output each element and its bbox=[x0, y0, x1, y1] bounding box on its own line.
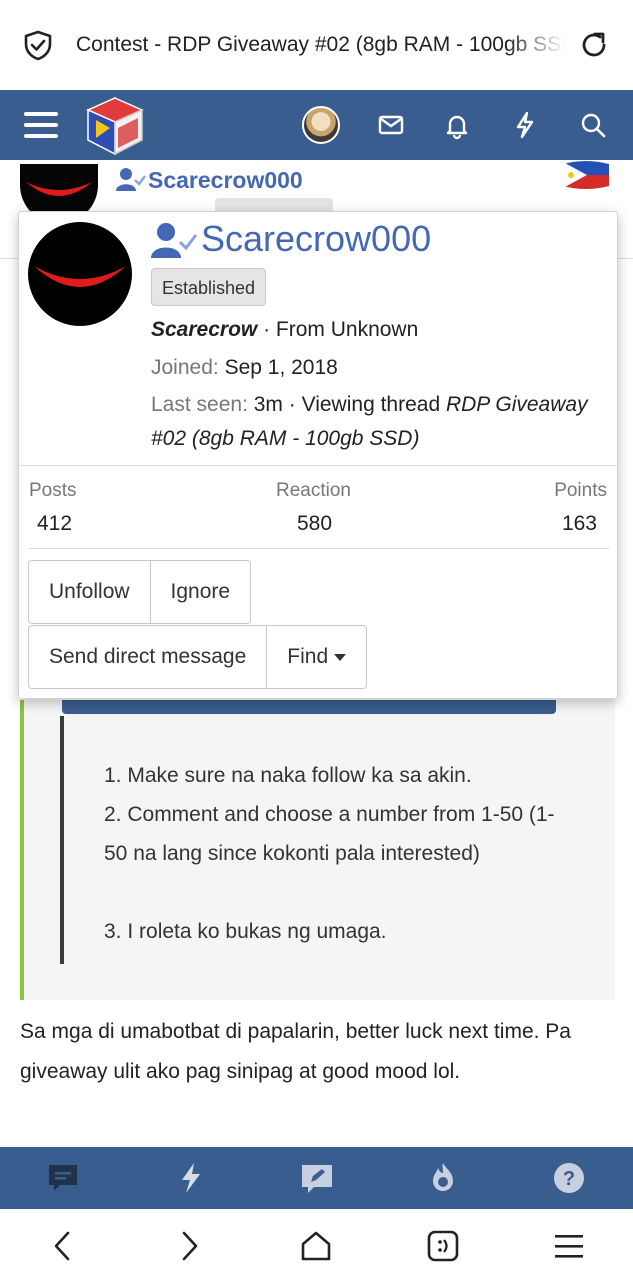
post-body-text: Sa mga di umabotbat di papalarin, better… bbox=[20, 1020, 571, 1083]
follow-button-group: Unfollow Ignore bbox=[28, 560, 252, 624]
reload-icon[interactable] bbox=[577, 28, 611, 62]
send-direct-message-button[interactable]: Send direct message bbox=[29, 626, 266, 688]
menu-icon[interactable] bbox=[552, 1229, 586, 1263]
tabs-icon[interactable] bbox=[426, 1229, 460, 1263]
site-logo[interactable] bbox=[84, 96, 146, 156]
bell-icon[interactable] bbox=[442, 110, 472, 140]
reaction-label: Reaction bbox=[276, 480, 351, 501]
divider bbox=[29, 548, 609, 549]
back-icon[interactable] bbox=[46, 1229, 80, 1263]
mail-icon[interactable] bbox=[376, 110, 406, 140]
menu-icon[interactable] bbox=[24, 110, 58, 140]
bottom-nav: ? bbox=[0, 1147, 633, 1209]
message-button-group: Send direct message Find bbox=[28, 625, 368, 689]
help-icon[interactable]: ? bbox=[552, 1161, 586, 1195]
avatar[interactable] bbox=[302, 106, 340, 144]
user-check-icon bbox=[116, 168, 146, 191]
bolt-icon[interactable] bbox=[510, 110, 540, 140]
find-button[interactable]: Find bbox=[266, 626, 366, 688]
caret-down-icon bbox=[334, 653, 347, 661]
ignore-button[interactable]: Ignore bbox=[149, 561, 251, 623]
member-avatar[interactable] bbox=[28, 222, 132, 326]
list-item: 2. Comment and choose a number from 1-50… bbox=[104, 803, 555, 865]
joined-value: Sep 1, 2018 bbox=[224, 356, 338, 379]
posts-value: 412 bbox=[37, 512, 73, 535]
svg-text:?: ? bbox=[563, 1168, 575, 1190]
search-icon[interactable] bbox=[578, 110, 608, 140]
chat-icon[interactable] bbox=[46, 1161, 80, 1195]
list-item: 3. I roleta ko bukas ng umaga. bbox=[104, 920, 387, 943]
points-value: 163 bbox=[561, 512, 597, 535]
rules-list: 1. Make sure na naka follow ka sa akin. … bbox=[60, 716, 600, 964]
unfollow-button[interactable]: Unfollow bbox=[29, 561, 150, 623]
custom-title: Scarecrow bbox=[151, 318, 258, 341]
user-check-icon bbox=[151, 223, 197, 258]
last-seen-value: 3m · Viewing thread bbox=[253, 393, 441, 416]
system-nav-bar bbox=[0, 1209, 633, 1280]
forward-icon[interactable] bbox=[172, 1229, 206, 1263]
location: · From Unknown bbox=[263, 318, 419, 341]
page-title[interactable]: Contest - RDP Giveaway #02 (8gb RAM - 10… bbox=[76, 33, 565, 57]
joined-line: Joined: Sep 1, 2018 bbox=[151, 356, 338, 380]
home-icon[interactable] bbox=[299, 1229, 333, 1263]
joined-label: Joined: bbox=[151, 356, 219, 379]
list-item: 1. Make sure na naka follow ka sa akin. bbox=[104, 764, 472, 787]
posts-label: Posts bbox=[29, 480, 77, 501]
bolt-icon[interactable] bbox=[174, 1161, 208, 1195]
quote-header-bar bbox=[62, 700, 556, 714]
browser-url-bar: Contest - RDP Giveaway #02 (8gb RAM - 10… bbox=[0, 0, 633, 90]
member-username[interactable]: Scarecrow000 bbox=[201, 218, 431, 260]
last-seen-line: Last seen: 3m · Viewing thread RDP Givea… bbox=[151, 388, 613, 456]
post-author-name[interactable]: Scarecrow000 bbox=[148, 167, 303, 194]
points-label: Points bbox=[554, 480, 607, 501]
reaction-value: 580 bbox=[297, 512, 333, 535]
quote-block: 1. Make sure na naka follow ka sa akin. … bbox=[20, 700, 615, 1000]
user-title-badge: Established bbox=[151, 268, 267, 306]
find-label: Find bbox=[287, 645, 329, 668]
member-tooltip: Scarecrow000 Established Scarecrow · Fro… bbox=[18, 211, 618, 699]
divider bbox=[19, 465, 617, 466]
last-seen-label: Last seen: bbox=[151, 393, 248, 416]
site-header bbox=[0, 90, 633, 160]
fire-icon[interactable] bbox=[426, 1161, 460, 1195]
member-info-line: Scarecrow · From Unknown bbox=[151, 318, 418, 342]
shield-check-icon[interactable] bbox=[22, 29, 54, 61]
philippines-flag-icon bbox=[563, 161, 609, 189]
edit-icon[interactable] bbox=[300, 1161, 334, 1195]
